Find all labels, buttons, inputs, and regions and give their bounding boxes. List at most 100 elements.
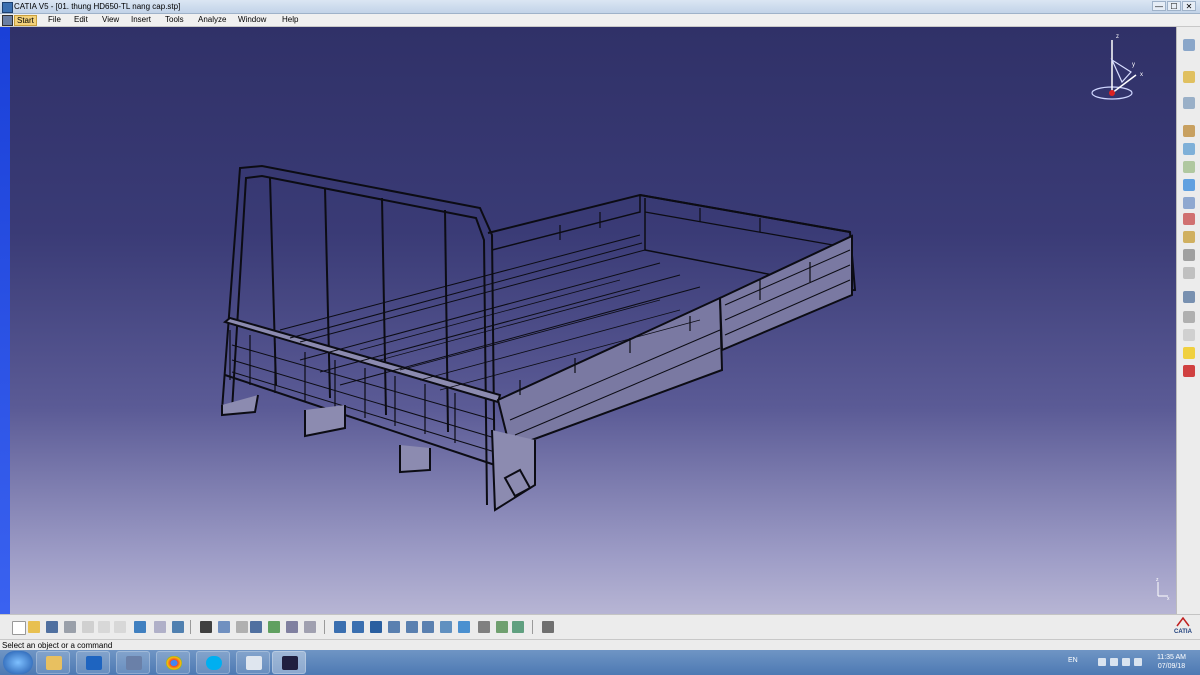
zoom-out-icon[interactable] [422,621,434,633]
tree-icon[interactable] [268,621,280,633]
select-icon[interactable] [1183,71,1195,83]
sectioning-icon[interactable] [1183,365,1195,377]
workbench-icon[interactable] [1183,39,1195,51]
catia-logo-text: CATIA [1174,629,1192,635]
network-icon[interactable] [1122,658,1130,666]
menu-start[interactable]: Start [14,15,37,26]
generate-numbering-icon[interactable] [1183,231,1195,243]
taskbar-skype[interactable] [196,651,230,674]
undo-icon[interactable] [134,621,146,633]
rear-corner-post [491,429,536,512]
rear-top-rail [639,194,851,233]
compass-x-label: x [1140,72,1143,78]
swap-space-icon[interactable] [512,621,524,633]
document-icon[interactable] [2,15,13,26]
part-icon[interactable] [1183,161,1195,173]
flag-icon[interactable] [1110,658,1118,666]
menu-file[interactable]: File [46,15,63,24]
menu-view[interactable]: View [100,15,121,24]
title-bar: CATIA V5 - [01. thung HD650-TL nang cap.… [0,0,1200,14]
menu-help[interactable]: Help [280,15,300,24]
copy-icon[interactable] [98,621,110,633]
chrome-icon [166,656,182,670]
manipulate-icon[interactable] [1183,311,1195,323]
normal-view-icon[interactable] [440,621,452,633]
formula-icon[interactable] [200,621,212,633]
headboard-bar [324,187,331,399]
pan-icon[interactable] [370,621,382,633]
bom-icon[interactable] [236,621,248,633]
graph-tree-icon[interactable] [1183,213,1195,225]
cut-icon[interactable] [82,621,94,633]
language-indicator[interactable]: EN [1068,657,1078,664]
fit-all-icon[interactable] [352,621,364,633]
headboard-bar [381,197,387,416]
fly-mode-icon[interactable] [334,621,346,633]
compass-z-label: z [1116,34,1119,40]
fix-icon[interactable] [1183,291,1195,303]
catalog-icon[interactable] [250,621,262,633]
open-icon[interactable] [28,621,40,633]
component-icon[interactable] [1183,143,1195,155]
taskbar-explorer[interactable] [36,651,70,674]
comment-icon[interactable] [218,621,230,633]
clock[interactable]: 11:35 AM 07/09/18 [1157,653,1186,671]
headboard-frame [221,164,496,511]
clash-icon[interactable] [1183,347,1195,359]
constraint-icon[interactable] [1183,267,1195,279]
save-icon[interactable] [46,621,58,633]
start-button[interactable] [3,651,33,674]
iso-view-icon[interactable] [458,621,470,633]
volume-icon[interactable] [1134,658,1142,666]
product-icon[interactable] [1183,125,1195,137]
update-icon[interactable] [1183,329,1195,341]
menu-insert[interactable]: Insert [129,15,153,24]
redo-icon[interactable] [154,621,166,633]
rotate-icon[interactable] [388,621,400,633]
hide-show-icon[interactable] [496,621,508,633]
catia-icon [282,656,298,670]
compass-y-label: y [1132,62,1135,68]
measure-icon[interactable] [286,621,298,633]
triad-x-label: x [1167,596,1170,602]
catia-app-icon [2,2,13,13]
app-icon [126,656,142,670]
existing-component-icon[interactable] [1183,179,1195,191]
menu-bar: Start File Edit View Insert Tools Analyz… [0,14,1200,27]
menu-analyze[interactable]: Analyze [196,15,228,24]
toolbar-separator [324,620,325,634]
clock-date: 07/09/18 [1157,663,1186,670]
status-message: Select an object or a command [2,641,113,650]
taskbar-outlook[interactable] [76,651,110,674]
taskbar-chrome[interactable] [156,651,190,674]
close-button[interactable]: ✕ [1182,1,1196,11]
window-title: CATIA V5 - [01. thung HD650-TL nang cap.… [14,2,181,11]
menu-window[interactable]: Window [236,15,268,24]
print-icon[interactable] [64,621,76,633]
compass-widget[interactable]: z x y [1086,30,1146,102]
multi-instantiation-icon[interactable] [1183,249,1195,261]
snap-icon[interactable] [1183,97,1195,109]
replace-icon[interactable] [1183,197,1195,209]
menu-edit[interactable]: Edit [72,15,90,24]
taskbar-catia-app[interactable] [116,651,150,674]
left-scroll-indicator[interactable] [0,27,10,614]
3d-viewport[interactable]: z x y z x [0,27,1176,614]
macro-icon[interactable] [542,621,554,633]
hide-icon[interactable] [304,621,316,633]
taskbar-notepad[interactable] [236,651,270,674]
render-style-icon[interactable] [478,621,490,633]
paste-icon[interactable] [114,621,126,633]
taskbar-catia-v5[interactable] [272,651,306,674]
minimize-button[interactable]: — [1152,1,1166,11]
tray-icon[interactable] [1098,658,1106,666]
maximize-button[interactable]: ☐ [1167,1,1181,11]
new-icon[interactable] [12,621,26,635]
whats-this-icon[interactable] [172,621,184,633]
toolbar-separator [190,620,191,634]
truck-bed-model[interactable] [0,27,1176,614]
menu-tools[interactable]: Tools [163,15,186,24]
mount-bracket [304,405,346,438]
zoom-in-icon[interactable] [406,621,418,633]
notepad-icon [246,656,262,670]
